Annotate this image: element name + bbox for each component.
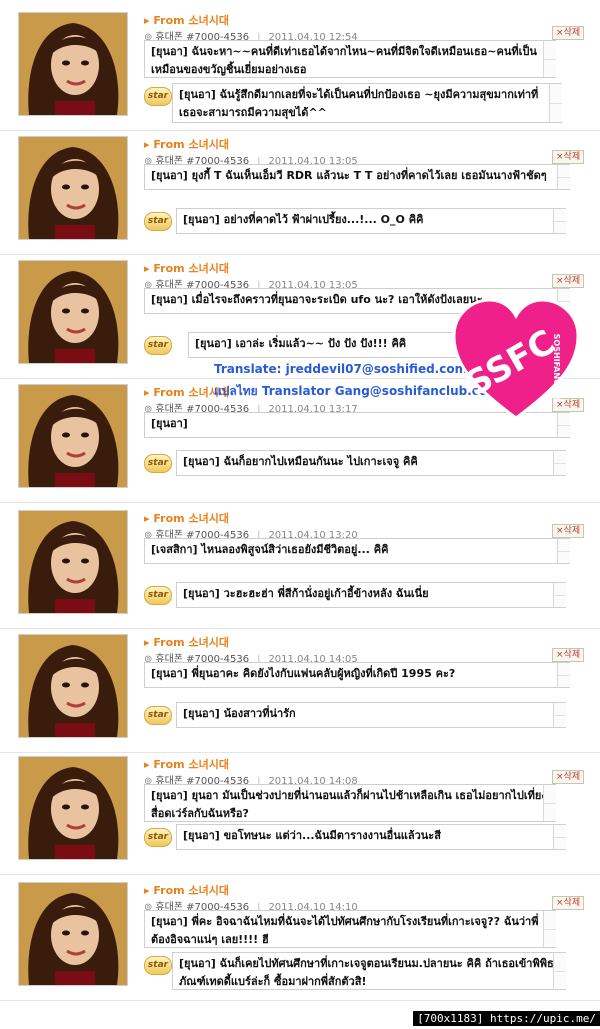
message-scrollbar[interactable] [557, 539, 570, 563]
arrow-icon: ▸ [144, 636, 154, 649]
group-name[interactable]: 소녀시대 [188, 884, 228, 897]
delete-button[interactable]: ×삭제 [552, 896, 585, 910]
profile-avatar [18, 136, 128, 240]
arrow-icon: ▸ [144, 386, 154, 399]
reply-text: [ยุนอา] ขอโทษนะ แต่ว่า...ฉันมีตารางงานอื… [176, 824, 566, 850]
from-label: From [153, 386, 189, 399]
reply-scrollbar[interactable] [549, 84, 562, 122]
from-label: From [153, 138, 189, 151]
from-line: ▸ From 소녀시대 [144, 882, 229, 898]
message-text: [เจสสิกา] ไหนลองพิสูจน์สิว่าเธอยังมีชีวิ… [144, 538, 570, 564]
group-name[interactable]: 소녀시대 [188, 262, 228, 275]
message-text: [ยุนอา] ยุงกี้ T ฉันเห็นเอ็มวี RDR แล้วน… [144, 164, 570, 190]
message-scrollbar[interactable] [557, 165, 570, 189]
reply-scrollbar[interactable] [553, 825, 566, 849]
from-line: ▸ From 소녀시대 [144, 260, 229, 276]
group-name[interactable]: 소녀시대 [188, 758, 228, 771]
translate-credit: Translate: jreddevil07@soshified.com [214, 362, 468, 376]
message-text: [ยุนอา] พี่ยุนอาคะ คิดยังไงกับแฟนคลับผู้… [144, 662, 570, 688]
profile-avatar [18, 510, 128, 614]
message-text: [ยุนอา] ฉันจะหา~~คนที่ดีเท่าเธอได้จากไหน… [144, 40, 556, 78]
comment-entry: ▸ From 소녀시대 ⊚ 휴대폰 #7000-4536 | 2011.04.10 14… [0, 630, 600, 753]
from-line: ▸ From 소녀시대 [144, 12, 229, 28]
reply-scrollbar[interactable] [553, 451, 566, 475]
comment-entry: ▸ From 소녀시대 ⊚ 휴대폰 #7000-4536 | 2011.04.10 14… [0, 752, 600, 875]
reply-text: [ยุนอา] ฉันรู้สึกดีมากเลยที่จะได้เป็นคนท… [172, 83, 562, 123]
from-line: ▸ From 소녀시대 [144, 756, 229, 772]
message-scrollbar[interactable] [543, 911, 556, 947]
delete-button[interactable]: ×삭제 [552, 274, 585, 288]
message-scrollbar[interactable] [557, 663, 570, 687]
reply-scrollbar[interactable] [553, 209, 566, 233]
from-label: From [153, 262, 189, 275]
from-label: From [153, 884, 189, 897]
from-label: From [153, 14, 189, 27]
profile-avatar [18, 260, 128, 364]
reply-text: [ยุนอา] ฉันก็อยากไปเหมือนกันนะ ไปเกาะเจจ… [176, 450, 566, 476]
from-line: ▸ From 소녀시대 [144, 510, 229, 526]
message-scrollbar[interactable] [543, 41, 556, 77]
delete-button[interactable]: ×삭제 [552, 770, 585, 784]
from-label: From [153, 758, 189, 771]
reply-text: [ยุนอา] ฉันก็เคยไปทัศนศึกษาที่เกาะเจจูตอ… [172, 952, 566, 990]
profile-avatar [18, 12, 128, 116]
star-badge-icon[interactable]: star [144, 87, 172, 106]
profile-avatar [18, 756, 128, 860]
delete-button[interactable]: ×삭제 [552, 150, 585, 164]
from-label: From [153, 636, 189, 649]
star-badge-icon[interactable]: star [144, 956, 172, 975]
delete-button[interactable]: ×삭제 [552, 648, 585, 662]
group-name[interactable]: 소녀시대 [188, 138, 228, 151]
ssfc-heart-logo: SSFC SOSHIFANCLUB [452, 298, 580, 420]
star-badge-icon[interactable]: star [144, 454, 172, 473]
from-line: ▸ From 소녀시대 [144, 634, 229, 650]
group-name[interactable]: 소녀시대 [188, 512, 228, 525]
reply-text: [ยุนอา] อย่างที่คาดไว้ ฟ้าผ่าเปรี้ยง...!… [176, 208, 566, 234]
arrow-icon: ▸ [144, 884, 154, 897]
star-badge-icon[interactable]: star [144, 828, 172, 847]
message-text: [ยุนอา] ยุนอา มันเป็นช่วงบ่ายที่น่านอนแล… [144, 784, 556, 822]
group-name[interactable]: 소녀시대 [188, 636, 228, 649]
image-size-footer: [700x1183] https://upic.me/ [413, 1011, 600, 1026]
arrow-icon: ▸ [144, 138, 154, 151]
star-badge-icon[interactable]: star [144, 336, 172, 355]
arrow-icon: ▸ [144, 262, 154, 275]
comment-entry: ▸ From 소녀시대 ⊚ 휴대폰 #7000-4536 | 2011.04.10 12… [0, 8, 600, 131]
profile-avatar [18, 882, 128, 986]
arrow-icon: ▸ [144, 14, 154, 27]
from-label: From [153, 512, 189, 525]
group-name[interactable]: 소녀시대 [188, 14, 228, 27]
reply-scrollbar[interactable] [553, 953, 566, 989]
profile-avatar [18, 634, 128, 738]
delete-button[interactable]: ×삭제 [552, 524, 585, 538]
message-scrollbar[interactable] [543, 785, 556, 821]
svg-text:SOSHIFANCLUB: SOSHIFANCLUB [552, 334, 561, 403]
delete-button[interactable]: ×삭제 [552, 26, 585, 40]
comment-entry: ▸ From 소녀시대 ⊚ 휴대폰 #7000-4536 | 2011.04.10 14… [0, 878, 600, 1001]
star-badge-icon[interactable]: star [144, 212, 172, 231]
from-line: ▸ From 소녀시대 [144, 136, 229, 152]
reply-scrollbar[interactable] [553, 583, 566, 607]
reply-scrollbar[interactable] [553, 703, 566, 727]
reply-text: [ยุนอา] น้องสาวที่น่ารัก [176, 702, 566, 728]
message-text: [ยุนอา] พี่คะ อิจฉาฉันไหมที่ฉันจะได้ไปทั… [144, 910, 556, 948]
profile-avatar [18, 384, 128, 488]
comment-entry: ▸ From 소녀시대 ⊚ 휴대폰 #7000-4536 | 2011.04.10 13… [0, 132, 600, 255]
arrow-icon: ▸ [144, 512, 154, 525]
star-badge-icon[interactable]: star [144, 706, 172, 725]
comment-entry: ▸ From 소녀시대 ⊚ 휴대폰 #7000-4536 | 2011.04.10 13… [0, 506, 600, 629]
arrow-icon: ▸ [144, 758, 154, 771]
star-badge-icon[interactable]: star [144, 586, 172, 605]
reply-text: [ยุนอา] วะฮะฮะฮ่า พี่สีก้านั่งอยู่เก้าอี… [176, 582, 566, 608]
